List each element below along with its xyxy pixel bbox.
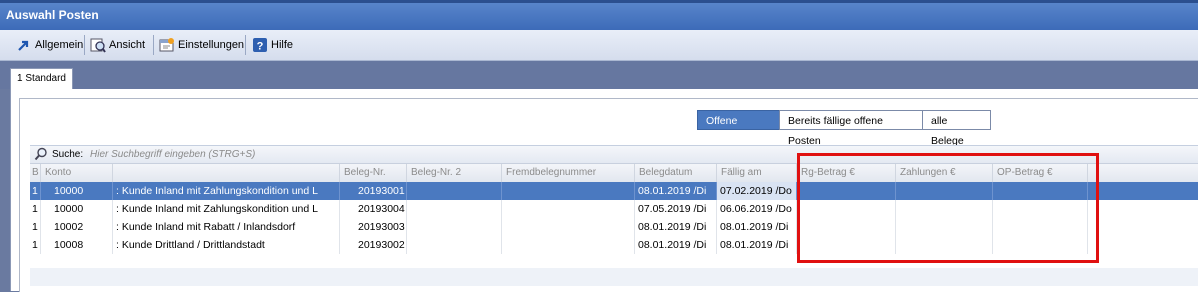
column-header-faellig-am[interactable]: Fällig am [717,164,797,182]
allgemein-label: Allgemein [35,39,84,51]
ansicht-label: Ansicht [109,39,146,51]
cell-beleg-nr: 20193004 [340,200,407,218]
hilfe-label: Hilfe [271,39,294,51]
cell-name: : Kunde Inland mit Rabatt / Inlandsdorf [113,218,340,236]
toolbar-divider [245,35,246,55]
help-icon: ? [253,38,267,53]
cell-name: : Kunde Drittland / Drittlandstadt [113,236,340,254]
cell-beleg-nr-2 [407,182,502,200]
cell-konto: 10000 [41,200,113,218]
filter-alle-belege[interactable]: alle Belege [922,110,991,147]
window-title: Auswahl Posten [6,8,99,22]
column-header-belegdatum[interactable]: Belegdatum [635,164,717,182]
cell-name: : Kunde Inland mit Zahlungskondition und… [113,200,340,218]
allgemein-button[interactable]: Allgemein [16,36,83,54]
column-header-beleg-nr[interactable]: Beleg-Nr. [340,164,407,182]
cell-faellig-am: 06.06.2019 /Do [717,200,797,218]
search-input[interactable]: Hier Suchbegriff eingeben (STRG+S) [90,146,255,163]
cell-faellig-am: 07.02.2019 /Do [717,182,797,200]
table-summary-row [30,268,1198,286]
cell-konto: 10000 [41,182,113,200]
column-header-beleg-nr-2[interactable]: Beleg-Nr. 2 [407,164,502,182]
cell-fremdbelegnummer [502,236,635,254]
cell-fremdbelegnummer [502,182,635,200]
column-header-fremdbelegnummer[interactable]: Fremdbelegnummer [502,164,635,182]
cell-b: 1 [30,218,41,236]
toolbar: Allgemein Ansicht Einstellungen ? Hilfe [0,30,1198,61]
search-label: Suche: [52,149,84,160]
title-bar-edge [0,0,1198,3]
cell-b: 1 [30,200,41,218]
preview-icon [90,38,106,53]
tab-1-standard[interactable]: 1 Standard [10,68,73,90]
highlight-box [797,153,1099,263]
cell-fremdbelegnummer [502,200,635,218]
ansicht-button[interactable]: Ansicht [90,36,145,54]
cell-belegdatum: 08.01.2019 /Di [635,218,717,236]
filter-bereits-faellige[interactable]: Bereits fällige offene Posten [779,110,923,147]
cell-fremdbelegnummer [502,218,635,236]
svg-text:?: ? [257,41,264,53]
cell-b: 1 [30,236,41,254]
cell-belegdatum: 07.05.2019 /Di [635,200,717,218]
cell-beleg-nr: 20193001 [340,182,407,200]
column-header-konto[interactable]: Konto [41,164,113,182]
cell-belegdatum: 08.01.2019 /Di [635,182,717,200]
toolbar-divider [84,35,85,55]
cell-beleg-nr-2 [407,218,502,236]
title-bar: Auswahl Posten [0,0,1198,30]
toolbar-divider [153,35,154,55]
cell-faellig-am: 08.01.2019 /Di [717,236,797,254]
cell-konto: 10002 [41,218,113,236]
cell-konto: 10008 [41,236,113,254]
cell-beleg-nr: 20193003 [340,218,407,236]
column-header-b[interactable]: B [30,164,41,182]
filter-offene-posten[interactable]: Offene Posten [697,110,780,147]
einstellungen-button[interactable]: Einstellungen [159,36,244,54]
cell-beleg-nr-2 [407,236,502,254]
search-icon [34,147,47,161]
cell-belegdatum: 08.01.2019 /Di [635,236,717,254]
arrow-icon [18,40,29,51]
cell-name: : Kunde Inland mit Zahlungskondition und… [113,182,340,200]
cell-beleg-nr-2 [407,200,502,218]
settings-icon [159,38,174,52]
column-header-name[interactable] [113,164,340,182]
cell-faellig-am: 08.01.2019 /Di [717,218,797,236]
einstellungen-label: Einstellungen [178,39,245,51]
hilfe-button[interactable]: ? Hilfe [252,36,293,54]
cell-beleg-nr: 20193002 [340,236,407,254]
cell-b: 1 [30,182,41,200]
tab-strip [0,61,1198,89]
